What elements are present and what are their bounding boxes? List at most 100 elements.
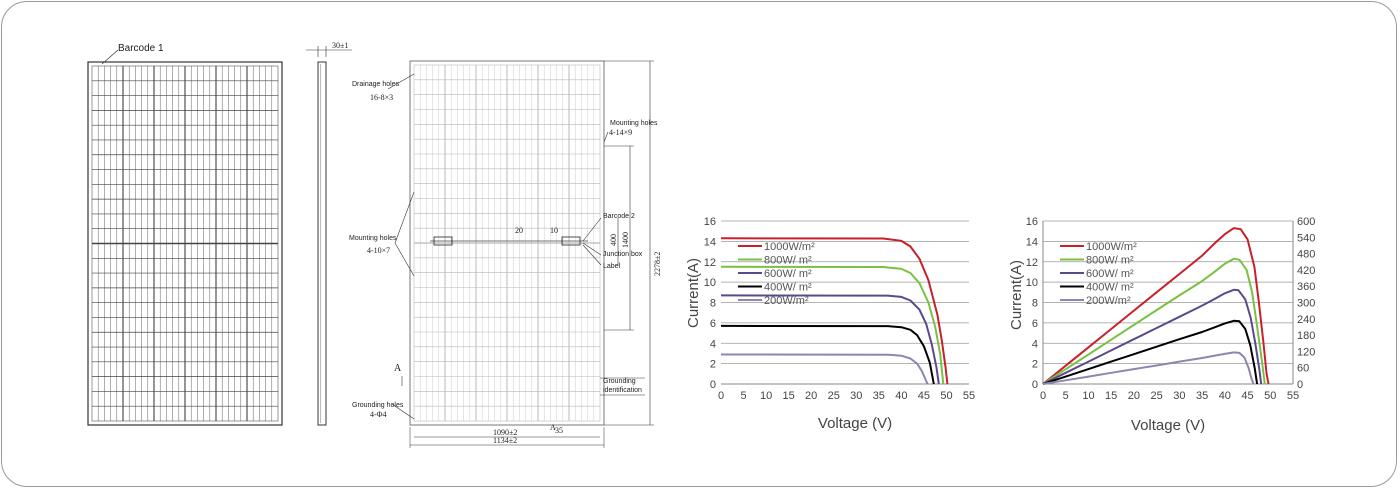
dim-10: 10 [550, 226, 558, 235]
x-tick-label: 0 [718, 390, 724, 402]
barcode1-label: Barcode 1 [118, 43, 164, 54]
x-tick-label: 55 [1287, 390, 1299, 402]
mounting-holes-top-label: Mounting holes [610, 120, 658, 127]
y2-tick-label: 600 [1297, 216, 1315, 228]
y2-tick-label: 120 [1297, 346, 1315, 358]
y-tick-label: 0 [710, 379, 716, 391]
x-tick-label: 5 [740, 390, 746, 402]
x-tick-label: 50 [940, 390, 952, 402]
y2-tick-label: 240 [1297, 314, 1315, 326]
y2-tick-label: 420 [1297, 265, 1315, 277]
grounding-label: Grounding [603, 378, 636, 385]
y2-tick-label: 0 [1297, 379, 1303, 391]
dim-20: 20 [515, 226, 523, 235]
y2-tick-label: 300 [1297, 298, 1315, 310]
drainage-holes-spec: 16-8×3 [370, 93, 393, 102]
dim-400: 400 [609, 234, 618, 246]
y2-tick-label: 60 [1297, 363, 1309, 375]
dim-width-outer: 1134±2 [493, 436, 517, 445]
dim-height: 2278±2 [653, 252, 662, 276]
side-thickness-label: 30±1 [332, 41, 348, 50]
x-tick-label: 30 [1173, 390, 1185, 402]
section-mark: A [394, 363, 402, 374]
grounding-identification: identification [603, 387, 642, 394]
legend-label: 1000W/m² [764, 241, 815, 253]
front-cell-grid [92, 66, 278, 421]
mounting-holes-left-spec: 4-10×7 [367, 246, 390, 255]
x-tick-label: 5 [1063, 390, 1069, 402]
iv-pv-chart: 0 5 10 15 20 25 30 35 40 45 50 55 0 2 4 6 8 10 12 14 16 0 60… [1008, 216, 1315, 434]
y-tick-label: 8 [710, 298, 716, 310]
legend-label: 200W/m² [764, 295, 809, 307]
series-line [720, 353, 929, 385]
chart1-ylabel: Current(A) [685, 258, 702, 328]
legend-label: 600W/ m² [1086, 268, 1134, 280]
iv-chart: 0 5 10 15 20 25 30 35 40 45 50 55 0 2 4 6 8 10 12 14 16 100… [685, 216, 975, 432]
y-tick-label: 14 [704, 236, 716, 248]
x-tick-label: 15 [783, 390, 795, 402]
legend-label: 1000W/m² [1086, 241, 1137, 253]
x-tick-label: 35 [873, 390, 885, 402]
legend-label: 800W/ m² [764, 255, 812, 267]
chart2-ylabel: Current(A) [1008, 260, 1025, 330]
mount-top-leader [603, 131, 609, 143]
mount-left-leader-bottom [394, 242, 415, 277]
chart1-xlabel: Voltage (V) [818, 415, 892, 432]
y-tick-label: 0 [1032, 379, 1038, 391]
y-tick-label: 6 [710, 318, 716, 330]
y-tick-label: 4 [710, 338, 716, 350]
side-view: 30±1 [306, 41, 352, 426]
x-tick-label: 0 [1040, 390, 1046, 402]
x-tick-label: 10 [760, 390, 772, 402]
y-tick-label: 16 [704, 216, 716, 228]
x-tick-label: 15 [1105, 390, 1117, 402]
legend-label: 400W/ m² [764, 282, 812, 294]
side-frame [317, 61, 327, 426]
y2-tick-label: 480 [1297, 249, 1315, 261]
legend-label: 400W/ m² [1086, 282, 1134, 294]
mounting-holes-left-label: Mounting holes [349, 235, 397, 242]
mounting-holes-top-spec: 4-14×9 [609, 128, 632, 137]
x-tick-label: 10 [1082, 390, 1094, 402]
junction-leader [582, 242, 602, 256]
y-tick-label: 10 [704, 277, 716, 289]
x-tick-label: 55 [963, 390, 975, 402]
legend-label: 200W/m² [1086, 295, 1131, 307]
y-tick-label: 14 [1026, 236, 1038, 248]
drawing-canvas: Barcode 1 30±1 20 10 Drainage holes 16-8… [87, 41, 1315, 448]
x-tick-label: 40 [1219, 390, 1231, 402]
y-tick-label: 8 [1032, 298, 1038, 310]
x-tick-label: 25 [1151, 390, 1163, 402]
y-tick-label: 10 [1026, 277, 1038, 289]
back-cell-grid [414, 65, 600, 421]
y-tick-label: 6 [1032, 318, 1038, 330]
x-tick-label: 20 [805, 390, 817, 402]
grounding-holes-label: Grounding holes [352, 402, 404, 409]
x-tick-label: 35 [1196, 390, 1208, 402]
front-view: Barcode 1 [87, 43, 283, 426]
x-tick-label: 30 [850, 390, 862, 402]
series-line [720, 294, 940, 385]
dim-1400: 1400 [621, 232, 630, 248]
y2-tick-label: 540 [1297, 232, 1315, 244]
chart2-xlabel: Voltage (V) [1131, 417, 1205, 434]
y2-tick-label: 180 [1297, 330, 1315, 342]
y-tick-label: 4 [1032, 338, 1038, 350]
drainage-holes-label: Drainage holes [352, 81, 400, 88]
x-tick-label: 50 [1264, 390, 1276, 402]
legend-label: 800W/ m² [1086, 255, 1134, 267]
barcode2-leader [582, 217, 602, 242]
y-tick-label: 16 [1026, 216, 1038, 228]
x-tick-label: 25 [828, 390, 840, 402]
x-tick-label: 20 [1128, 390, 1140, 402]
y-tick-label: 12 [1026, 257, 1038, 269]
mount-left-leader-top [394, 191, 415, 244]
x-tick-label: 45 [918, 390, 930, 402]
y-tick-label: 12 [704, 257, 716, 269]
x-tick-label: 40 [895, 390, 907, 402]
series-line [1042, 288, 1263, 385]
x-tick-label: 45 [1241, 390, 1253, 402]
y2-tick-label: 360 [1297, 281, 1315, 293]
series-line [1042, 227, 1270, 385]
dim-35: 35 [555, 426, 563, 435]
